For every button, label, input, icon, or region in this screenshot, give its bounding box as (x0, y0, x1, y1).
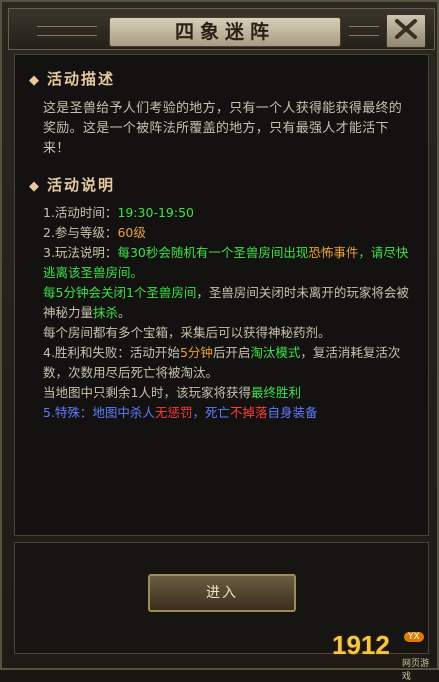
enter-button[interactable]: 进入 (148, 574, 296, 612)
watermark-number: 1912 (332, 630, 390, 660)
close-icon (393, 18, 419, 44)
title-bar: 四象迷阵 (8, 8, 435, 50)
rules-title: 活动说明 (47, 176, 116, 194)
rule-highlight: 每5分钟会关闭1个圣兽房间 (43, 285, 197, 300)
rule-gameplay: 3.玩法说明：每30秒会随机有一个圣兽房间出现恐怖事件，请尽快逃离该圣兽房间。 (43, 243, 414, 283)
rule-highlight: 每30秒会随机有一个圣兽房间出现 (117, 245, 309, 260)
rule-highlight: 不掉落 (229, 405, 268, 420)
rule-highlight: 自身装备 (267, 405, 318, 420)
close-button[interactable] (386, 14, 426, 48)
rule-text: 3.玩法说明： (43, 245, 118, 260)
rule-highlight: 最终胜利 (250, 385, 301, 400)
rule-level-value: 60级 (117, 225, 146, 240)
rule-highlight: 无惩罚 (154, 405, 193, 420)
rule-text: 。 (118, 305, 131, 320)
description-title: 活动描述 (47, 70, 116, 88)
diamond-bullet-icon: ◆ (29, 73, 41, 88)
rule-room-close: 每5分钟会关闭1个圣兽房间，圣兽房间关闭时未离开的玩家将会被神秘力量抹杀。 (43, 283, 414, 323)
rule-highlight: 淘汰模式 (250, 345, 301, 360)
description-text: 这是圣兽给予人们考验的地方，只有一个人获得能获得最终的奖励。这是一个被阵法所覆盖… (43, 101, 403, 156)
rule-level: 2.参与等级：60级 (43, 223, 414, 243)
rule-level-label: 2.参与等级： (43, 225, 118, 240)
rule-highlight: 恐怖事件 (308, 245, 359, 260)
rule-highlight: 抹杀 (93, 305, 119, 320)
dialog-title: 四象迷阵 (109, 17, 341, 47)
rule-text: 后开启 (212, 345, 251, 360)
left-ornament (37, 26, 97, 36)
event-dialog: 四象迷阵 ◆ 活动描述 这是圣兽给予人们考验的地方，只有一个人获得能获得最终的奖励… (0, 0, 439, 682)
rule-time-label: 1.活动时间： (43, 205, 118, 220)
rule-chests: 每个房间都有多个宝箱，采集后可以获得神秘药剂。 (43, 325, 331, 340)
rule-highlight: ，死亡 (192, 405, 230, 420)
watermark-badge: YX (404, 632, 424, 642)
rule-text: 当地图中只剩余1人时，该玩家将获得 (43, 385, 251, 400)
description-heading: ◆ 活动描述 (29, 67, 414, 91)
rule-highlight: 5分钟 (179, 345, 213, 360)
rule-text: 4.胜利和失败：活动开始 (43, 345, 180, 360)
rules-list: 1.活动时间：19:30-19:50 2.参与等级：60级 3.玩法说明：每30… (43, 203, 414, 423)
rules-heading: ◆ 活动说明 (29, 173, 414, 197)
rule-time-value: 19:30-19:50 (117, 205, 194, 220)
rule-last-survivor: 当地图中只剩余1人时，该玩家将获得最终胜利 (43, 383, 414, 403)
site-watermark-logo: 1912 YX 网页游戏 (332, 630, 437, 682)
rule-victory: 4.胜利和失败：活动开始5分钟后开启淘汰模式，复活消耗复活次数，次数用尽后死亡将… (43, 343, 414, 383)
rule-time: 1.活动时间：19:30-19:50 (43, 203, 414, 223)
right-ornament (349, 26, 379, 36)
content-panel: ◆ 活动描述 这是圣兽给予人们考验的地方，只有一个人获得能获得最终的奖励。这是一个… (14, 54, 429, 536)
diamond-bullet-icon: ◆ (29, 179, 41, 194)
rule-special: 5.特殊：地图中杀人无惩罚，死亡不掉落自身装备 (43, 403, 414, 423)
watermark-sub: 网页游戏 (402, 659, 430, 682)
rule-highlight: 5.特殊：地图中杀人 (43, 405, 155, 420)
